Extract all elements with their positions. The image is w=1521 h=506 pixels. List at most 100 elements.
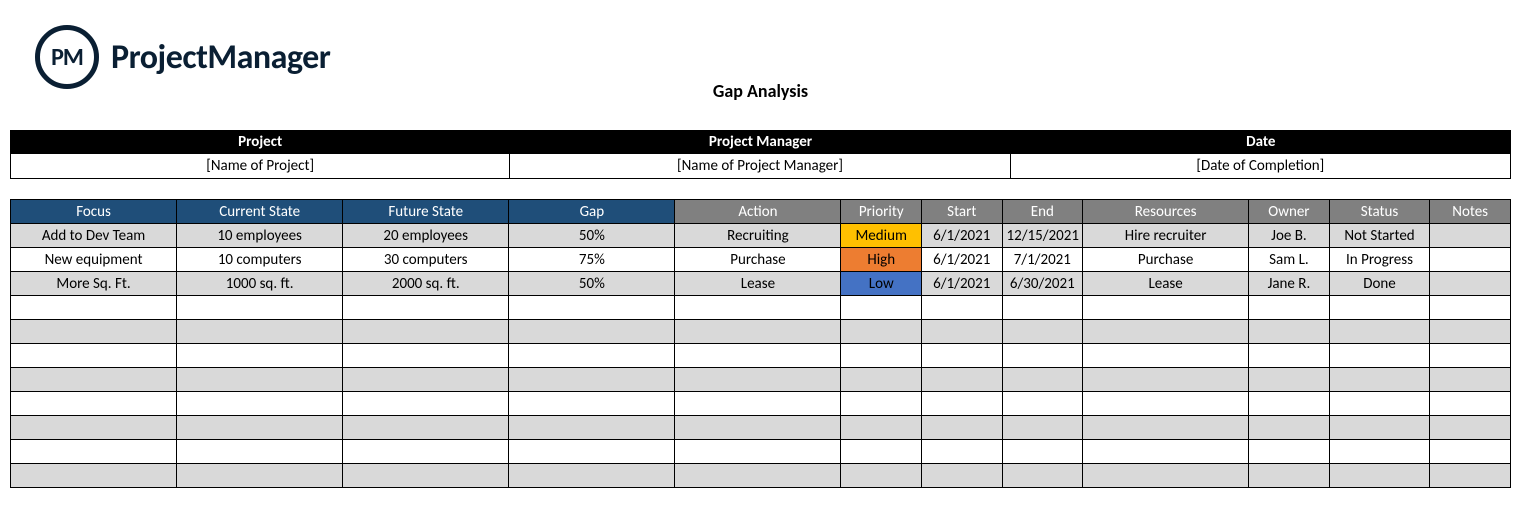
cell-current[interactable]: [177, 440, 343, 464]
cell-action[interactable]: [675, 392, 841, 416]
cell-end[interactable]: [1002, 416, 1083, 440]
cell-owner[interactable]: [1249, 320, 1330, 344]
cell-resources[interactable]: Hire recruiter: [1083, 224, 1249, 248]
cell-owner[interactable]: [1249, 416, 1330, 440]
cell-notes[interactable]: [1430, 440, 1511, 464]
cell-action[interactable]: Purchase: [675, 248, 841, 272]
cell-action[interactable]: [675, 464, 841, 488]
cell-start[interactable]: 6/1/2021: [922, 224, 1003, 248]
cell-resources[interactable]: [1083, 344, 1249, 368]
cell-priority[interactable]: Medium: [841, 224, 922, 248]
cell-priority[interactable]: [841, 440, 922, 464]
cell-resources[interactable]: [1083, 416, 1249, 440]
cell-current[interactable]: 10 employees: [177, 224, 343, 248]
cell-notes[interactable]: [1430, 368, 1511, 392]
cell-focus[interactable]: [11, 368, 177, 392]
cell-owner[interactable]: [1249, 368, 1330, 392]
cell-future[interactable]: [343, 464, 509, 488]
cell-status[interactable]: [1329, 440, 1430, 464]
cell-end[interactable]: 12/15/2021: [1002, 224, 1083, 248]
cell-start[interactable]: [922, 416, 1003, 440]
cell-priority[interactable]: High: [841, 248, 922, 272]
cell-notes[interactable]: [1430, 464, 1511, 488]
cell-end[interactable]: 7/1/2021: [1002, 248, 1083, 272]
cell-status[interactable]: In Progress: [1329, 248, 1430, 272]
cell-priority[interactable]: [841, 344, 922, 368]
cell-focus[interactable]: [11, 344, 177, 368]
cell-status[interactable]: Done: [1329, 272, 1430, 296]
cell-future[interactable]: [343, 296, 509, 320]
cell-focus[interactable]: [11, 416, 177, 440]
cell-focus[interactable]: Add to Dev Team: [11, 224, 177, 248]
cell-current[interactable]: [177, 392, 343, 416]
cell-current[interactable]: [177, 368, 343, 392]
pm-value[interactable]: [Name of Project Manager]: [510, 154, 1010, 179]
cell-future[interactable]: [343, 344, 509, 368]
cell-current[interactable]: 10 computers: [177, 248, 343, 272]
cell-owner[interactable]: [1249, 392, 1330, 416]
cell-future[interactable]: 20 employees: [343, 224, 509, 248]
cell-resources[interactable]: [1083, 368, 1249, 392]
cell-future[interactable]: [343, 416, 509, 440]
cell-gap[interactable]: [509, 296, 675, 320]
cell-action[interactable]: [675, 296, 841, 320]
cell-status[interactable]: [1329, 320, 1430, 344]
date-value[interactable]: [Date of Completion]: [1011, 154, 1511, 179]
cell-current[interactable]: [177, 296, 343, 320]
cell-future[interactable]: 2000 sq. ft.: [343, 272, 509, 296]
cell-current[interactable]: [177, 344, 343, 368]
cell-end[interactable]: [1002, 320, 1083, 344]
project-value[interactable]: [Name of Project]: [10, 154, 510, 179]
cell-start[interactable]: 6/1/2021: [922, 248, 1003, 272]
cell-future[interactable]: [343, 440, 509, 464]
cell-resources[interactable]: [1083, 440, 1249, 464]
cell-action[interactable]: [675, 368, 841, 392]
cell-owner[interactable]: [1249, 464, 1330, 488]
cell-future[interactable]: 30 computers: [343, 248, 509, 272]
cell-action[interactable]: [675, 344, 841, 368]
cell-gap[interactable]: [509, 344, 675, 368]
cell-priority[interactable]: [841, 464, 922, 488]
cell-action[interactable]: [675, 440, 841, 464]
cell-gap[interactable]: 75%: [509, 248, 675, 272]
cell-resources[interactable]: [1083, 464, 1249, 488]
cell-gap[interactable]: [509, 368, 675, 392]
cell-current[interactable]: 1000 sq. ft.: [177, 272, 343, 296]
cell-action[interactable]: [675, 416, 841, 440]
cell-gap[interactable]: 50%: [509, 272, 675, 296]
cell-start[interactable]: [922, 464, 1003, 488]
cell-priority[interactable]: [841, 320, 922, 344]
cell-start[interactable]: [922, 296, 1003, 320]
cell-end[interactable]: 6/30/2021: [1002, 272, 1083, 296]
cell-action[interactable]: Recruiting: [675, 224, 841, 248]
cell-current[interactable]: [177, 416, 343, 440]
cell-resources[interactable]: Lease: [1083, 272, 1249, 296]
cell-start[interactable]: [922, 368, 1003, 392]
cell-resources[interactable]: [1083, 392, 1249, 416]
cell-future[interactable]: [343, 320, 509, 344]
cell-focus[interactable]: [11, 392, 177, 416]
cell-priority[interactable]: [841, 416, 922, 440]
cell-action[interactable]: [675, 320, 841, 344]
cell-resources[interactable]: [1083, 320, 1249, 344]
cell-end[interactable]: [1002, 392, 1083, 416]
cell-owner[interactable]: Joe B.: [1249, 224, 1330, 248]
cell-gap[interactable]: [509, 416, 675, 440]
cell-end[interactable]: [1002, 296, 1083, 320]
cell-future[interactable]: [343, 392, 509, 416]
cell-focus[interactable]: More Sq. Ft.: [11, 272, 177, 296]
cell-start[interactable]: 6/1/2021: [922, 272, 1003, 296]
cell-start[interactable]: [922, 392, 1003, 416]
cell-notes[interactable]: [1430, 296, 1511, 320]
cell-end[interactable]: [1002, 440, 1083, 464]
cell-status[interactable]: [1329, 464, 1430, 488]
cell-focus[interactable]: New equipment: [11, 248, 177, 272]
cell-start[interactable]: [922, 344, 1003, 368]
cell-priority[interactable]: [841, 368, 922, 392]
cell-owner[interactable]: Jane R.: [1249, 272, 1330, 296]
cell-gap[interactable]: [509, 464, 675, 488]
cell-notes[interactable]: [1430, 392, 1511, 416]
cell-status[interactable]: [1329, 392, 1430, 416]
cell-gap[interactable]: [509, 320, 675, 344]
cell-notes[interactable]: [1430, 416, 1511, 440]
